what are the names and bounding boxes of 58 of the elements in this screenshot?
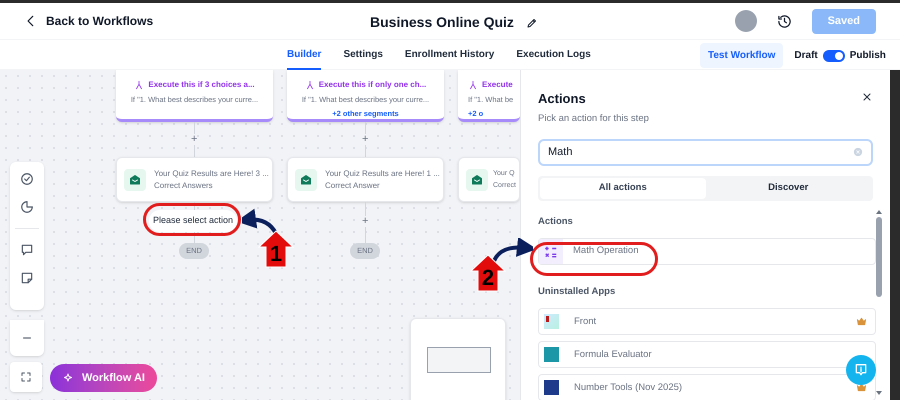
close-icon[interactable] <box>861 91 873 103</box>
action-item[interactable]: Number Tools (Nov 2025) <box>538 374 876 400</box>
envelope-icon <box>471 174 483 186</box>
envelope-icon <box>129 174 141 186</box>
tab[interactable]: Execution Logs <box>516 40 591 70</box>
expand-icon <box>20 371 32 383</box>
action-title: Your Quiz Results are Here! 3 ... <box>154 168 269 180</box>
add-step-button[interactable]: + <box>362 216 368 227</box>
note-icon[interactable] <box>20 271 34 285</box>
publish-label: Publish <box>850 49 886 63</box>
draft-label: Draft <box>794 49 818 63</box>
add-step-button[interactable]: + <box>191 134 198 145</box>
condition-title: Execute this if 3 choices a... <box>148 79 255 91</box>
filter-tab[interactable]: All actions <box>540 178 706 199</box>
pie-chart-icon[interactable] <box>20 200 34 214</box>
filter-tab[interactable]: Discover <box>706 178 871 199</box>
branch-icon <box>468 80 478 90</box>
pencil-icon[interactable] <box>526 16 538 28</box>
condition-title: Execute this if only one ch... <box>318 79 426 91</box>
avatar[interactable] <box>734 10 757 32</box>
app-logo <box>544 380 559 396</box>
chat-info-icon <box>853 362 869 378</box>
step-marker: 1 <box>258 230 294 268</box>
sparkles-icon <box>62 372 74 384</box>
step-marker: 2 <box>470 254 506 292</box>
history-icon[interactable] <box>776 14 792 28</box>
workflow-title: Business Online Quiz <box>370 13 514 32</box>
app-logo <box>544 314 559 330</box>
tab[interactable]: Settings <box>343 40 383 70</box>
search-field[interactable]: Math <box>538 138 873 166</box>
action-title: Your Quiz Results are Here! 1 ... <box>325 168 440 180</box>
search-input[interactable]: Math <box>548 140 853 164</box>
branch-icon <box>134 80 144 90</box>
action-subtitle: Correct Answers <box>154 180 214 192</box>
action-item[interactable]: Formula Evaluator <box>538 341 876 368</box>
panel-subtitle: Pick an action for this step <box>537 112 650 126</box>
workflow-ai-button[interactable]: Workflow AI <box>50 364 157 392</box>
back-link[interactable]: Back to Workflows <box>24 12 154 30</box>
test-workflow-button[interactable]: Test Workflow <box>700 43 784 68</box>
section-heading: Actions <box>538 214 574 229</box>
branch-icon <box>304 80 315 90</box>
app-logo <box>544 347 559 362</box>
action-item[interactable]: Math Operation <box>538 238 876 265</box>
publish-toggle[interactable] <box>822 50 845 62</box>
action-card[interactable]: Your Quiz Results are Here! 1 ... Correct Answer <box>287 157 444 202</box>
add-step-button[interactable]: + <box>362 134 368 145</box>
comment-icon[interactable] <box>20 243 34 257</box>
action-card[interactable]: Your Quiz Results are Here! 3 ... Correct Answers <box>116 157 273 202</box>
envelope-icon <box>300 174 312 186</box>
action-subtitle: Correct Answer <box>325 180 381 192</box>
tab[interactable]: Enrollment History <box>404 40 494 70</box>
section-heading: Uninstalled Apps <box>538 285 616 299</box>
condition-title: Execute <box>482 79 513 91</box>
action-placeholder[interactable]: Please select action <box>149 210 238 232</box>
check-circle-icon[interactable] <box>20 172 34 186</box>
fit-view-button[interactable] <box>10 362 42 392</box>
panel-title: Actions <box>538 90 586 108</box>
action-item[interactable]: Front <box>538 308 876 336</box>
